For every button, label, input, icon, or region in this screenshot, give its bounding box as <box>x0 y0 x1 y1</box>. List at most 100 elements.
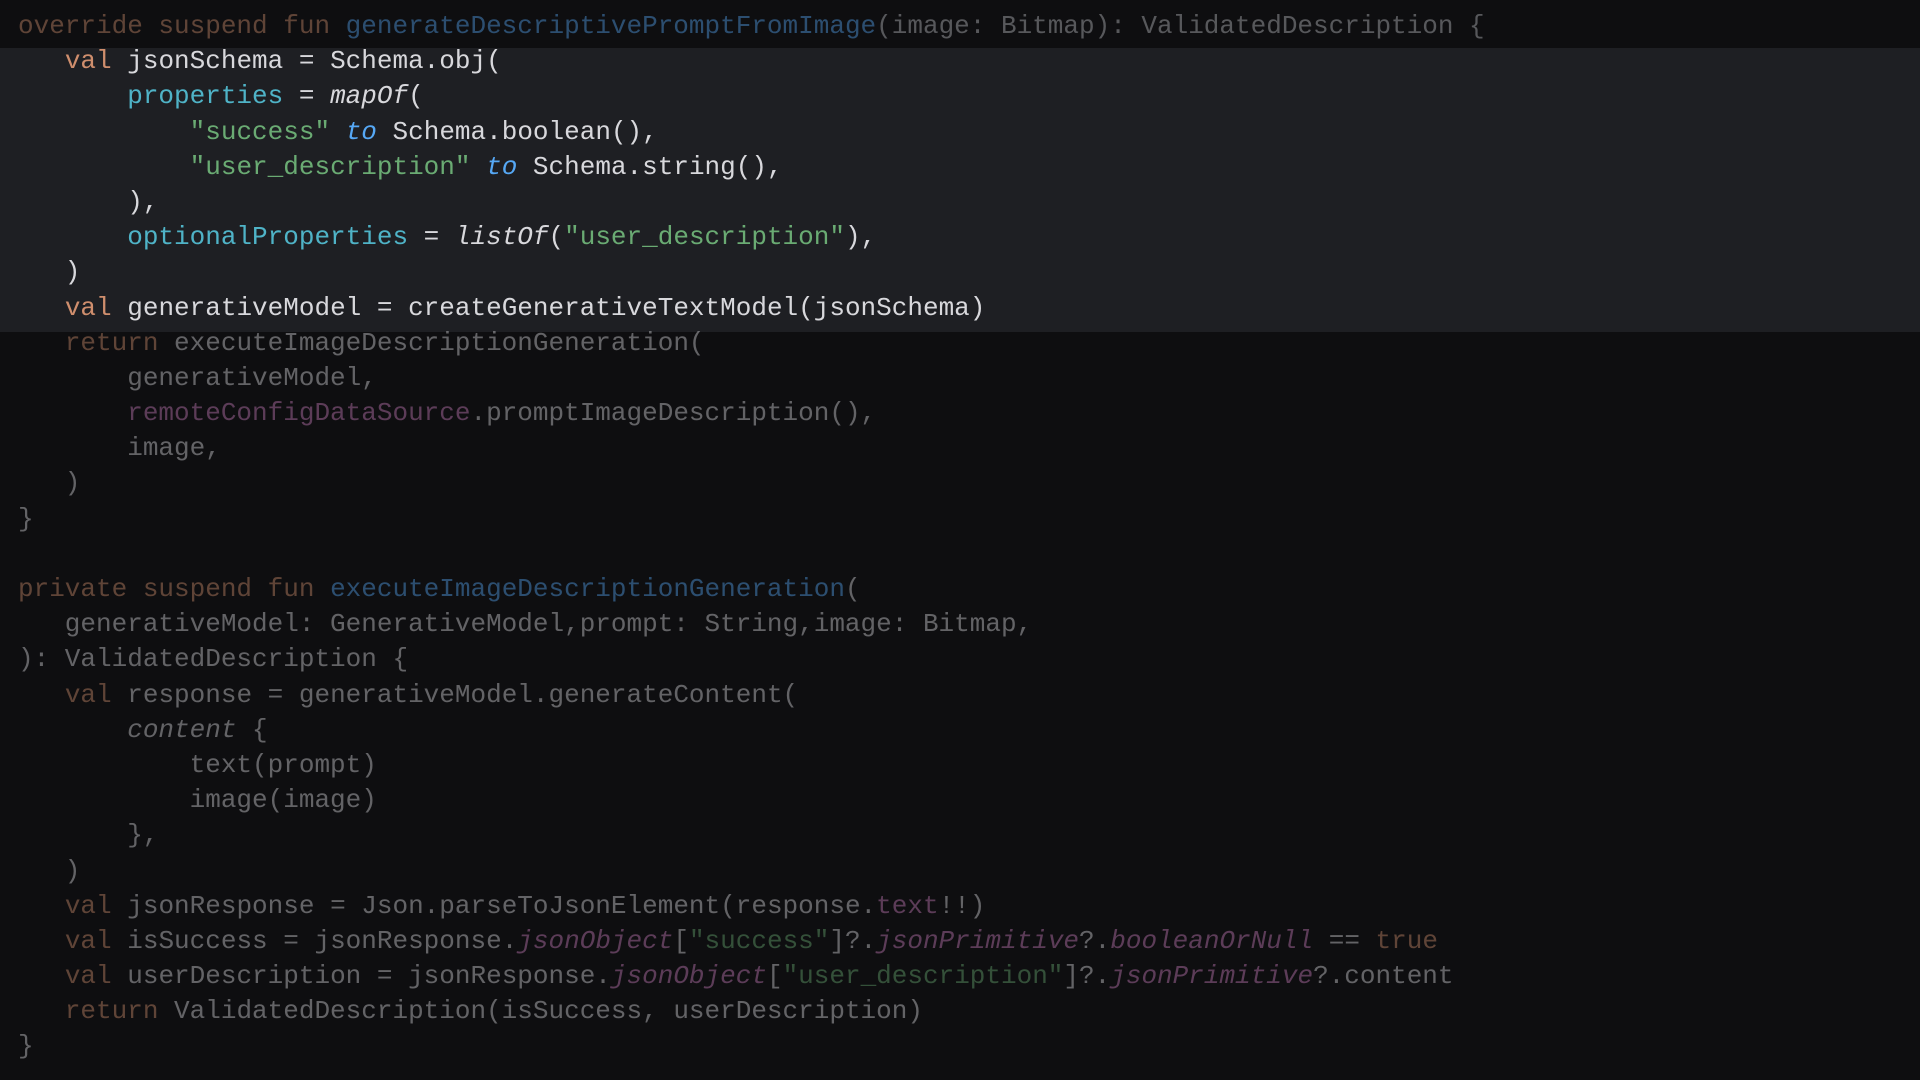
code-line[interactable]: val isSuccess = jsonResponse.jsonObject[… <box>0 924 1920 959</box>
code-editor[interactable]: override suspend fun generateDescriptive… <box>0 0 1920 1080</box>
code-token: return <box>64 996 175 1027</box>
code-token: ( <box>844 574 861 604</box>
code-token: content <box>127 714 237 745</box>
code-token: ): ValidatedDescription { <box>18 644 409 675</box>
code-token: Schema.string(), <box>517 151 783 182</box>
code-line[interactable]: val userDescription = jsonResponse.jsonO… <box>0 959 1920 994</box>
code-token: "user_description" <box>564 222 845 253</box>
code-token: Schema.boolean(), <box>376 116 658 147</box>
code-token: (image: Bitmap): ValidatedDescription { <box>876 11 1485 41</box>
code-token: [ <box>673 925 689 956</box>
code-token: executeImageDescriptionGeneration( <box>174 327 705 358</box>
code-line[interactable] <box>0 537 1920 572</box>
code-line[interactable]: private suspend fun executeImageDescript… <box>0 572 1920 607</box>
code-line[interactable]: remoteConfigDataSource.promptImageDescri… <box>0 396 1920 431</box>
code-line[interactable]: ) <box>0 466 1920 501</box>
code-line[interactable]: "success" to Schema.boolean(), <box>0 115 1920 150</box>
code-token: { <box>236 714 268 745</box>
code-line[interactable]: generativeModel, <box>0 361 1920 396</box>
code-line[interactable]: override suspend fun generateDescriptive… <box>0 9 1920 44</box>
code-token: isSuccess = jsonResponse. <box>127 925 518 956</box>
code-token: [ <box>766 961 783 992</box>
code-token: = <box>408 222 455 253</box>
code-token: text <box>876 890 939 921</box>
code-token: ) <box>18 468 81 499</box>
code-token: return <box>64 327 175 358</box>
code-token: ) <box>18 257 81 288</box>
code-line[interactable]: val jsonResponse = Json.parseToJsonEleme… <box>0 889 1920 924</box>
code-token: } <box>18 1031 34 1062</box>
code-token: jsonObject <box>517 925 674 956</box>
code-line[interactable]: val response = generativeModel.generateC… <box>0 678 1920 713</box>
code-token: ValidatedDescription(isSuccess, userDesc… <box>174 996 923 1027</box>
code-token: true <box>1375 925 1438 956</box>
code-token: == <box>1313 925 1376 956</box>
code-line[interactable]: } <box>0 502 1920 537</box>
code-token: image(image) <box>18 785 377 816</box>
code-line[interactable]: image, <box>0 431 1920 466</box>
code-line[interactable]: val jsonSchema = Schema.obj( <box>0 44 1920 79</box>
code-token: "user_description" <box>189 151 471 182</box>
code-line[interactable]: properties = mapOf( <box>0 79 1920 114</box>
code-token: ( <box>408 81 424 112</box>
code-token: override suspend fun <box>18 11 346 41</box>
code-line[interactable]: optionalProperties = listOf("user_descri… <box>0 220 1920 255</box>
code-token: val <box>64 46 128 77</box>
code-line[interactable]: content { <box>0 713 1920 748</box>
code-line[interactable]: return ValidatedDescription(isSuccess, u… <box>0 994 1920 1029</box>
code-line[interactable]: ): ValidatedDescription { <box>0 642 1920 677</box>
code-line[interactable]: } <box>0 1029 1920 1064</box>
code-token: jsonResponse = Json.parseToJsonElement(r… <box>127 890 877 921</box>
code-line[interactable]: generativeModel: GenerativeModel,prompt:… <box>0 607 1920 642</box>
code-token: val <box>64 925 128 956</box>
code-token: booleanOrNull <box>1110 925 1314 956</box>
code-token: = <box>283 81 331 112</box>
code-line[interactable]: "user_description" to Schema.string(), <box>0 150 1920 185</box>
code-token: listOf <box>454 222 549 253</box>
code-line[interactable]: val generativeModel = createGenerativeTe… <box>0 291 1920 326</box>
code-line[interactable]: return executeImageDescriptionGeneration… <box>0 326 1920 361</box>
code-token: executeImageDescriptionGeneration <box>330 574 845 604</box>
code-token: optionalProperties <box>127 222 409 253</box>
code-line[interactable]: ), <box>0 185 1920 220</box>
code-token: response = generativeModel.generateConte… <box>127 679 799 710</box>
code-token: to <box>486 151 518 182</box>
code-line[interactable]: image(image) <box>0 783 1920 818</box>
code-line[interactable]: text(prompt) <box>0 748 1920 783</box>
code-token: jsonObject <box>610 961 767 992</box>
code-token: generativeModel: GenerativeModel,prompt:… <box>18 609 1033 640</box>
code-line[interactable]: ) <box>0 255 1920 290</box>
code-lines[interactable]: override suspend fun generateDescriptive… <box>0 9 1920 1065</box>
code-token: generateDescriptivePromptFromImage <box>345 11 877 41</box>
code-token: jsonPrimitive <box>876 925 1080 956</box>
code-token: ?. <box>1079 925 1111 956</box>
code-token: .promptImageDescription(), <box>470 398 877 429</box>
code-token: mapOf <box>330 81 409 112</box>
code-token: jsonSchema = Schema.obj( <box>127 46 502 77</box>
code-token: ]?. <box>829 925 877 956</box>
code-token: val <box>64 292 128 323</box>
code-token: val <box>64 890 128 921</box>
code-token: ?.content <box>1313 961 1454 992</box>
code-token: to <box>345 116 377 147</box>
code-line[interactable]: ) <box>0 854 1920 889</box>
code-token: val <box>64 961 128 992</box>
code-line[interactable]: }, <box>0 818 1920 853</box>
code-token: jsonPrimitive <box>1110 961 1314 992</box>
